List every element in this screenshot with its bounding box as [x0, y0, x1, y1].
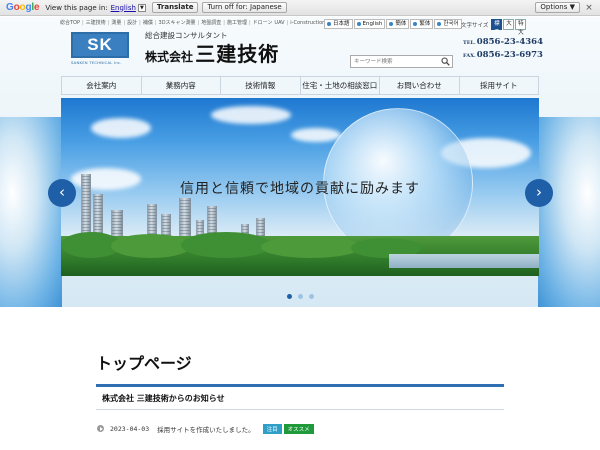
- font-size-label: 文字サイズ: [461, 22, 489, 29]
- main-navigation: 会社案内 業務内容 技術情報 住宅・土地の相談窓口 お問い合わせ 採用サイト: [61, 76, 539, 95]
- lang-japanese[interactable]: 日本語: [324, 19, 353, 29]
- font-size-large[interactable]: 大: [503, 19, 515, 30]
- news-heading: 株式会社 三建技術からのお知らせ: [102, 394, 225, 403]
- fax-number: 0856-23-6973: [476, 50, 543, 60]
- lang-simplified[interactable]: 簡体: [386, 19, 410, 29]
- cloud: [211, 106, 291, 124]
- translate-bar: Google View this page in: English ▼ Tran…: [0, 0, 600, 16]
- page-title: トップページ: [96, 354, 192, 373]
- font-size-switcher: 文字サイズ 標準 大 特大: [461, 19, 527, 36]
- top-link[interactable]: 三建技術: [86, 19, 106, 26]
- slider-dot[interactable]: [309, 294, 314, 299]
- top-link[interactable]: 総合TOP: [60, 19, 80, 26]
- tree: [181, 232, 271, 258]
- tel-label: TEL.: [463, 40, 476, 46]
- news-item: 2023-04-03 採用サイトを作成いたしました。 注目 オススメ: [97, 423, 316, 434]
- slider-dot[interactable]: [287, 294, 292, 299]
- logo-subtitle: SANKEN TECHNICAL Inc.: [71, 60, 122, 65]
- company-prefix: 株式会社: [145, 50, 194, 64]
- slider-dot[interactable]: [298, 294, 303, 299]
- top-link[interactable]: 施工管理: [227, 19, 247, 26]
- turn-off-button[interactable]: Turn off for: Japanese: [202, 2, 287, 13]
- top-link[interactable]: 補償: [143, 19, 153, 26]
- company-logo[interactable]: SK: [71, 32, 129, 58]
- view-page-label: View this page in:: [45, 3, 108, 12]
- top-link[interactable]: i-Construction: [290, 20, 325, 26]
- search-icon: [441, 57, 450, 66]
- search-button[interactable]: [439, 55, 452, 68]
- nav-consultation[interactable]: 住宅・土地の相談窓口: [301, 77, 380, 94]
- hero-caption: 信用と信頼で地域の貢献に励みます: [180, 181, 420, 197]
- top-link[interactable]: 3Dスキャン測量: [159, 19, 196, 26]
- sky-decoration-left: [0, 117, 62, 307]
- top-link[interactable]: 地盤調査: [201, 19, 221, 26]
- tag-recommended: オススメ: [283, 423, 314, 434]
- globe-icon: [413, 22, 418, 26]
- language-switcher: 日本語 English 簡体 繁体 한국어: [324, 19, 463, 29]
- news-date: 2023-04-03: [110, 424, 150, 433]
- options-button[interactable]: Options ▼: [535, 2, 580, 13]
- company-name: 株式会社 三建技術: [145, 38, 279, 67]
- lang-english[interactable]: English: [353, 19, 386, 29]
- company-main-name: 三建技術: [195, 42, 280, 66]
- language-select[interactable]: English: [111, 4, 136, 12]
- tel-number[interactable]: 0856-23-4364: [477, 37, 543, 47]
- top-link[interactable]: 測量: [111, 19, 121, 26]
- nav-recruit[interactable]: 採用サイト: [460, 77, 539, 94]
- search-box: [350, 55, 453, 68]
- top-links: 総合TOP | 三建技術 | 測量 | 設計 | 補償 | 3Dスキャン測量 | 地盤調査 |…: [60, 19, 326, 27]
- hero-slider: 信用と信頼で地域の貢献に励みます: [61, 98, 539, 276]
- top-link[interactable]: UAV: [274, 20, 284, 26]
- translate-button[interactable]: Translate: [151, 2, 199, 13]
- font-size-standard[interactable]: 標準: [491, 19, 503, 36]
- cloud: [291, 128, 341, 142]
- nav-services[interactable]: 業務内容: [142, 77, 221, 94]
- arrow-bullet-icon: [97, 425, 104, 432]
- slider-pagination: [287, 294, 320, 299]
- tree: [111, 234, 191, 258]
- globe-icon: [327, 22, 331, 26]
- globe-icon: [437, 22, 442, 26]
- tree: [261, 236, 361, 258]
- lang-korean[interactable]: 한국어: [434, 19, 462, 29]
- news-title-link[interactable]: 採用サイトを作成いたしました。: [157, 424, 255, 434]
- fax-label: FAX.: [463, 53, 476, 59]
- close-icon[interactable]: ×: [584, 3, 594, 13]
- contact-info: TEL. 0856-23-4364 FAX. 0856-23-6973: [463, 37, 543, 63]
- google-logo: Google: [6, 2, 40, 13]
- chevron-down-icon[interactable]: ▼: [137, 3, 146, 12]
- nav-company[interactable]: 会社案内: [61, 77, 142, 94]
- slider-prev-button[interactable]: ‹: [48, 179, 76, 207]
- lang-traditional[interactable]: 繁体: [410, 19, 434, 29]
- top-link[interactable]: ドローン: [253, 19, 273, 26]
- cloud: [91, 118, 151, 138]
- globe-icon: [356, 22, 361, 26]
- font-size-xlarge[interactable]: 特大: [515, 19, 527, 36]
- globe-icon: [389, 22, 394, 26]
- lake: [389, 254, 539, 268]
- search-input[interactable]: [351, 56, 439, 67]
- news-section: 株式会社 三建技術からのお知らせ: [96, 384, 504, 410]
- nav-contact[interactable]: お問い合わせ: [380, 77, 460, 94]
- slider-next-button[interactable]: ›: [525, 179, 553, 207]
- nav-technology[interactable]: 技術情報: [221, 77, 301, 94]
- tag-featured: 注目: [262, 423, 282, 434]
- sky-decoration-right: [538, 117, 600, 307]
- top-link[interactable]: 設計: [127, 19, 137, 26]
